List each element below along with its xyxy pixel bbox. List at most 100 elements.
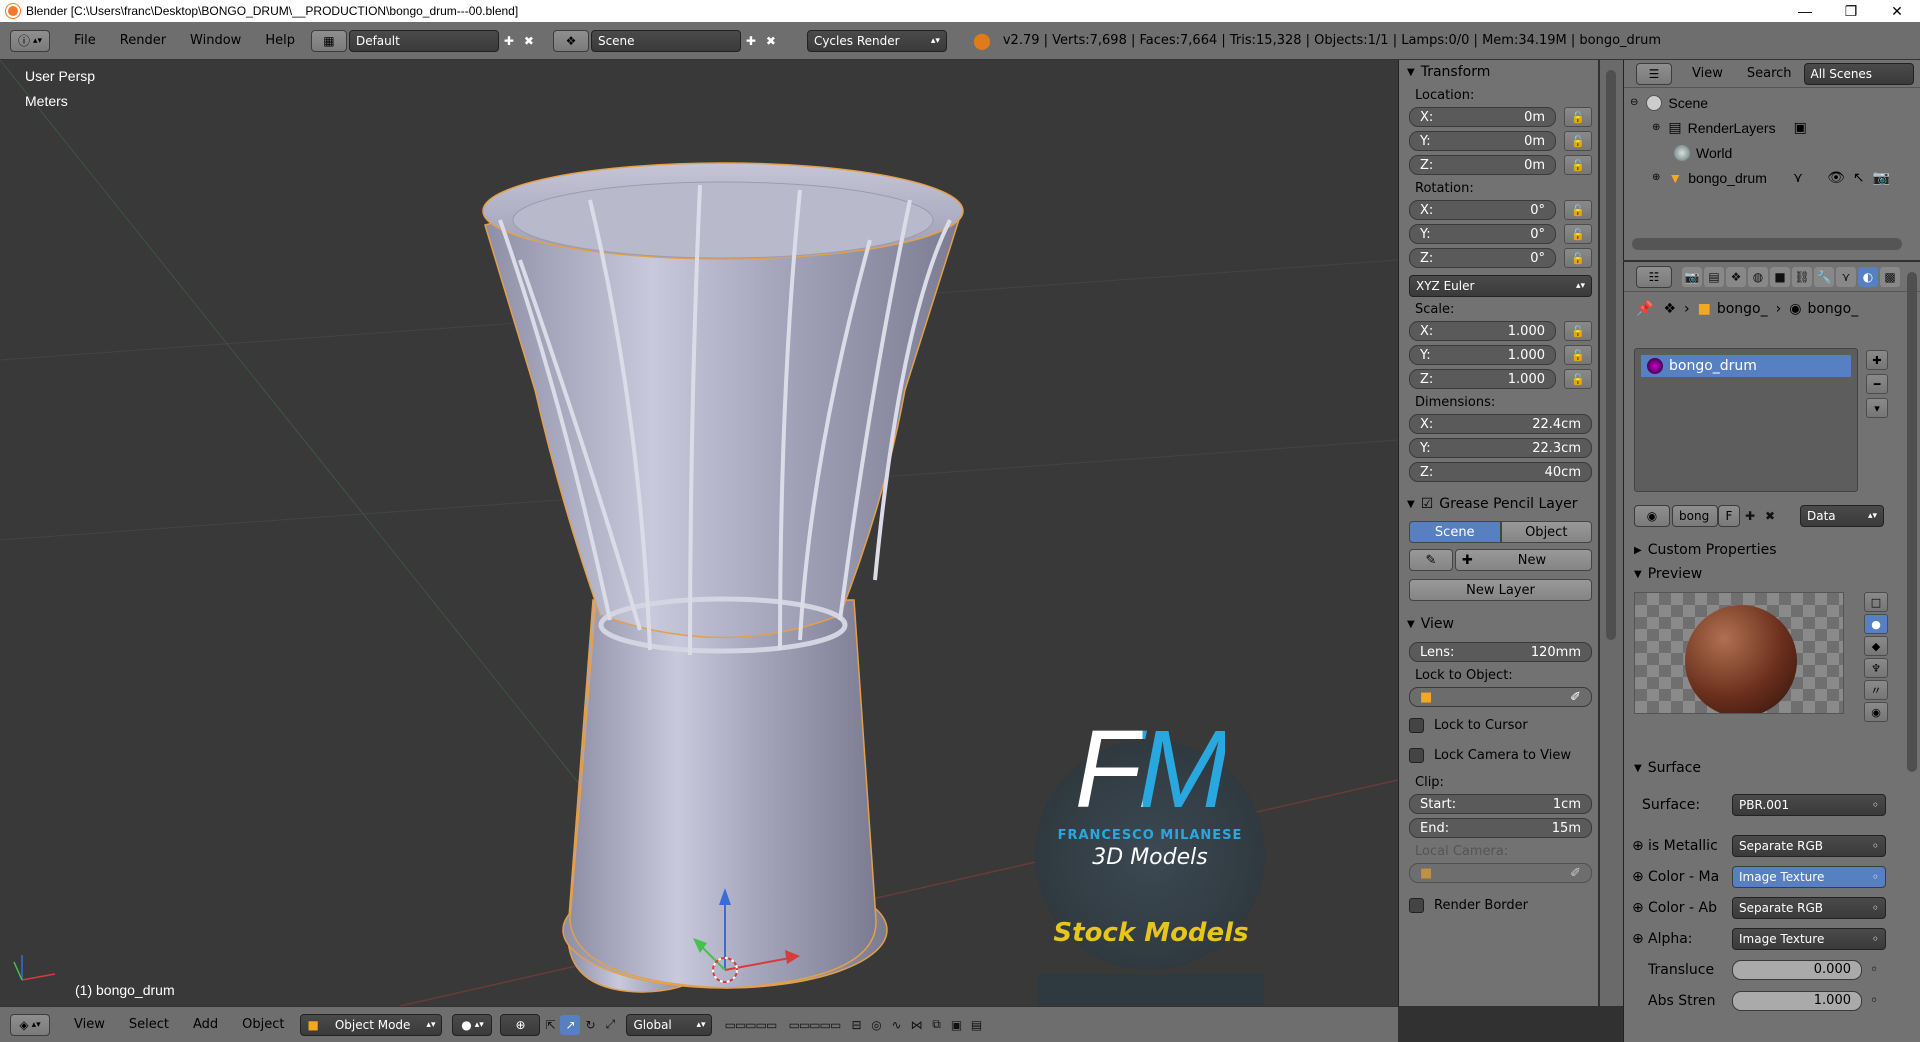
location-y-field[interactable]: Y: 0m	[1409, 131, 1556, 151]
lock-icon[interactable]: 🔓	[1564, 248, 1592, 268]
translate-manipulator-icon[interactable]: ↗	[560, 1014, 581, 1035]
outliner-item-bongo-drum[interactable]: ⊕ ▼ bongo_drum ⋎ 👁 ↖ 📷	[1624, 165, 1920, 190]
snap-element-icon[interactable]: ⋈	[906, 1015, 926, 1035]
close-button[interactable]: ✕	[1874, 0, 1920, 22]
material-slot-item[interactable]: bongo_drum	[1641, 355, 1851, 377]
dimensions-z-field[interactable]: Z: 40cm	[1409, 462, 1592, 482]
local-camera-field[interactable]: ■ ✐	[1409, 863, 1592, 883]
material-name-field[interactable]: bong	[1672, 505, 1718, 527]
editor-type-button[interactable]: ◈ ▴▾	[10, 1013, 50, 1036]
lock-icon[interactable]: 🔓	[1564, 369, 1592, 389]
view-panel-header[interactable]: ▼ View	[1399, 612, 1598, 636]
preview-cube-icon[interactable]: ◆	[1864, 636, 1888, 656]
outliner-item-scene[interactable]: ⊖ Scene	[1624, 90, 1920, 115]
proportional-edit-icon[interactable]: ◎	[866, 1015, 886, 1035]
manipulator-toggle-icon[interactable]: ⇱	[540, 1015, 560, 1035]
render-engine-select[interactable]: Cycles Render ▴▾	[806, 29, 947, 52]
surface-panel-header[interactable]: ▼ Surface	[1626, 756, 1906, 780]
lock-icon[interactable]: 🔓	[1564, 345, 1592, 365]
new-layer-button[interactable]: New Layer	[1409, 579, 1592, 601]
grease-pencil-header[interactable]: ▼ ☑ Grease Pencil Layer	[1399, 492, 1598, 516]
expand-socket-icon[interactable]: ⊕	[1632, 838, 1648, 854]
expand-socket-icon[interactable]: ⊕	[1632, 900, 1648, 916]
expand-plus-icon[interactable]: ⊕	[1652, 122, 1660, 133]
layer-buttons-icon[interactable]: ▭▭▭▭▭	[782, 1015, 846, 1035]
expand-plus-icon[interactable]: ⊕	[1652, 172, 1660, 183]
add-layout-icon[interactable]: ✚	[499, 31, 519, 51]
tab-grease-scene[interactable]: Scene	[1409, 521, 1501, 543]
scale-manipulator-icon[interactable]: ⤢	[600, 1015, 620, 1035]
location-x-field[interactable]: X: 0m	[1409, 107, 1556, 127]
selectable-arrow-icon[interactable]: ↖	[1853, 169, 1865, 186]
lock-icon[interactable]: 🔓	[1564, 131, 1592, 151]
properties-scrollbar[interactable]	[1907, 272, 1917, 772]
renderable-camera-icon[interactable]: 📷	[1873, 169, 1890, 186]
preview-sphere-icon[interactable]: ●	[1864, 614, 1888, 634]
clip-end-field[interactable]: End: 15m	[1409, 818, 1592, 838]
tab-scene-icon[interactable]: ❖	[1726, 266, 1746, 287]
grease-enable-checkbox[interactable]: ☑	[1421, 496, 1434, 512]
scale-y-field[interactable]: Y: 1.000	[1409, 345, 1556, 365]
rotation-z-field[interactable]: Z: 0°	[1409, 248, 1556, 268]
new-material-icon[interactable]: ✚	[1740, 506, 1760, 526]
outliner-menu-search[interactable]: Search	[1735, 66, 1804, 81]
tab-layers-icon[interactable]: ▤	[1704, 266, 1724, 287]
tab-texture-icon[interactable]: ▩	[1880, 266, 1900, 287]
menu-select[interactable]: Select	[117, 1017, 181, 1032]
preview-world-icon[interactable]: ◉	[1864, 702, 1888, 722]
shader-input-link-select[interactable]: Separate RGB ◦	[1732, 896, 1886, 919]
shader-input-link-select[interactable]: Separate RGB ◦	[1732, 834, 1886, 857]
editor-type-button[interactable]: ⓘ ▴▾	[10, 29, 50, 52]
lock-cursor-checkbox[interactable]	[1409, 717, 1424, 733]
dimensions-y-field[interactable]: Y: 22.3cm	[1409, 438, 1592, 458]
lock-object-field[interactable]: ■ ✐	[1409, 687, 1592, 707]
material-link-select[interactable]: Data ▴▾	[1800, 505, 1884, 527]
lock-icon[interactable]: 🔓	[1564, 200, 1592, 220]
tab-render-icon[interactable]: 📷	[1682, 266, 1702, 287]
menu-object[interactable]: Object	[230, 1017, 296, 1032]
outliner-item-renderlayers[interactable]: ⊕ ▤ RenderLayers ▣	[1624, 115, 1920, 140]
layer-buttons-icon[interactable]: ▭▭▭▭▭	[718, 1015, 782, 1035]
rotation-mode-select[interactable]: XYZ Euler ▴▾	[1409, 275, 1592, 297]
menu-help[interactable]: Help	[253, 33, 307, 48]
scale-x-field[interactable]: X: 1.000	[1409, 321, 1556, 341]
render-layer-toggle-icon[interactable]: ▣	[1794, 119, 1807, 136]
outliner-menu-view[interactable]: View	[1680, 66, 1735, 81]
outliner-editor-type-button[interactable]: ☰	[1636, 62, 1672, 85]
npanel-scrollbar[interactable]	[1606, 70, 1616, 640]
interaction-mode-select[interactable]: ■ Object Mode ▴▾	[300, 1013, 443, 1036]
expand-socket-icon[interactable]: ⊕	[1632, 931, 1648, 947]
screen-layout-icon-button[interactable]: ▦	[310, 29, 347, 52]
delete-scene-icon[interactable]: ✖	[761, 31, 781, 51]
lock-icon[interactable]: 🔓	[1564, 224, 1592, 244]
rotation-x-field[interactable]: X: 0°	[1409, 200, 1556, 220]
lock-icon[interactable]: 🔓	[1564, 155, 1592, 175]
add-slot-icon[interactable]: ✚	[1866, 350, 1888, 370]
shader-input-link-select[interactable]: Image Texture ◦	[1732, 865, 1886, 888]
tab-data-icon[interactable]: ⋎	[1836, 266, 1856, 287]
rotation-y-field[interactable]: Y: 0°	[1409, 224, 1556, 244]
grease-new-button[interactable]: ✚ New	[1455, 549, 1592, 571]
screen-layout-select[interactable]: Default	[348, 29, 499, 52]
location-z-field[interactable]: Z: 0m	[1409, 155, 1556, 175]
transform-panel-header[interactable]: ▼ Transform	[1399, 60, 1598, 84]
delete-layout-icon[interactable]: ✖	[519, 31, 539, 51]
collapse-minus-icon[interactable]: ⊖	[1630, 97, 1638, 108]
pivot-select[interactable]: ⊕	[500, 1013, 541, 1036]
preview-panel-header[interactable]: ▼ Preview	[1626, 562, 1906, 586]
socket-dot-icon[interactable]: ◦	[1870, 962, 1878, 978]
clip-start-field[interactable]: Start: 1cm	[1409, 794, 1592, 814]
surface-shader-select[interactable]: PBR.001 ◦	[1732, 794, 1886, 816]
lock-layers-icon[interactable]: ⊟	[846, 1015, 866, 1035]
add-scene-icon[interactable]: ✚	[741, 31, 761, 51]
tab-object-icon[interactable]: ■	[1770, 266, 1790, 287]
menu-add[interactable]: Add	[181, 1017, 230, 1032]
properties-editor-type-button[interactable]: ☷	[1636, 265, 1672, 288]
minimize-button[interactable]: —	[1782, 0, 1828, 22]
material-browse-button[interactable]: ◉	[1634, 505, 1670, 527]
eyedropper-icon[interactable]: ✐	[1570, 690, 1581, 705]
visibility-eye-icon[interactable]: 👁	[1827, 169, 1845, 186]
menu-view[interactable]: View	[62, 1017, 117, 1032]
custom-properties-header[interactable]: ▶ Custom Properties	[1626, 538, 1906, 562]
outliner-horizontal-scrollbar[interactable]	[1632, 238, 1902, 250]
